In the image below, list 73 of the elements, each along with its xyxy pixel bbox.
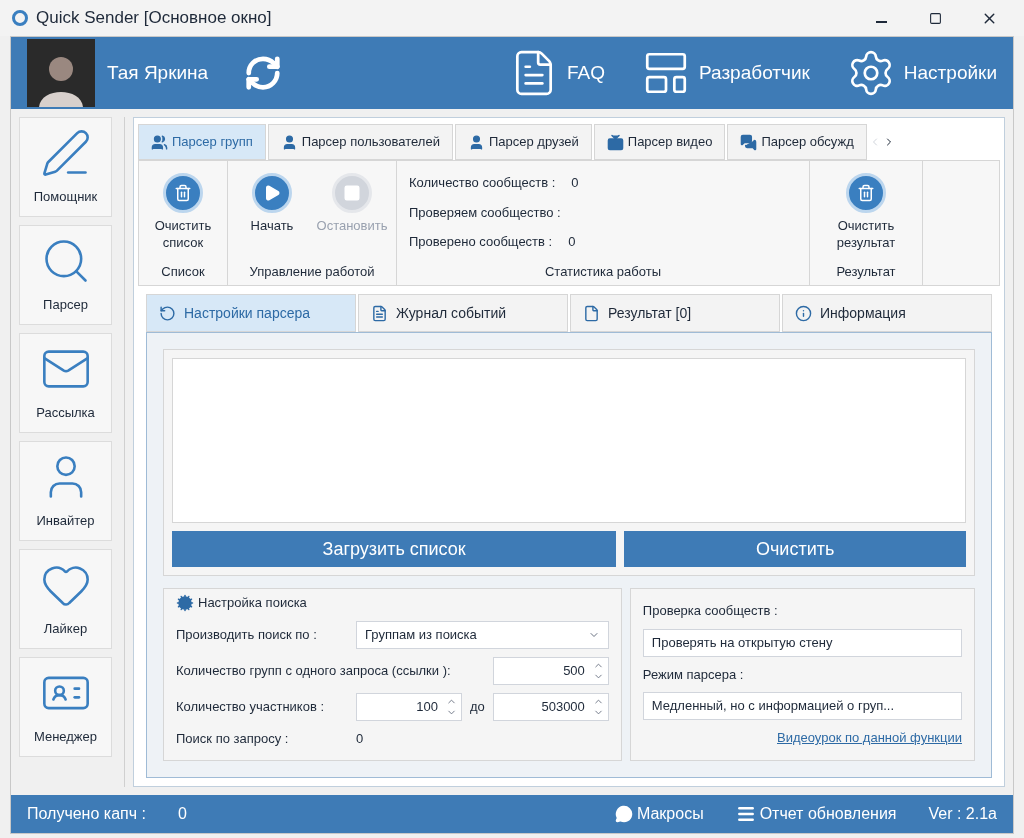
- avatar: [27, 39, 95, 107]
- settings-tab[interactable]: Журнал событий: [358, 294, 568, 332]
- groups-count-spinbox[interactable]: 500: [492, 656, 609, 685]
- sidebar-item[interactable]: Инвайтер: [19, 441, 112, 541]
- maximize-icon: [928, 11, 942, 25]
- settings-tab[interactable]: Результат [0]: [570, 294, 780, 332]
- parser-tab[interactable]: Парсер обсужд: [727, 124, 867, 160]
- trash-ribbon-button[interactable]: Очистить список: [143, 169, 223, 262]
- version-label: Ver : 2.1a: [928, 803, 997, 824]
- sidebar-item[interactable]: Помощник: [19, 117, 112, 217]
- group-title: Настройка поиска: [198, 594, 307, 612]
- stop-icon: [343, 184, 361, 202]
- parser-tab[interactable]: Парсер друзей: [454, 124, 592, 160]
- check-dropdown[interactable]: Проверять на открытую стену: [642, 628, 962, 657]
- trash-icon: [174, 184, 192, 202]
- document-icon: [371, 304, 388, 322]
- mode-dropdown[interactable]: Медленный, но с информацией о груп...: [642, 692, 962, 720]
- field-label: Производить поиск по :: [176, 625, 318, 644]
- settings-header-button[interactable]: Настройки: [845, 48, 997, 98]
- parser-tab[interactable]: Парсер групп: [138, 124, 266, 160]
- group-caption: Управление работой: [248, 262, 376, 281]
- field-label: Проверка сообществ :: [642, 602, 779, 620]
- developer-header-button[interactable]: Разработчик: [641, 48, 810, 98]
- app-logo-icon: [12, 10, 28, 26]
- status-value: 0: [177, 803, 187, 824]
- trash-icon: [857, 184, 875, 202]
- refresh-icon: [159, 304, 176, 322]
- search-by-dropdown[interactable]: Группам из поиска: [356, 620, 609, 649]
- field-label: Количество участников :: [176, 697, 325, 716]
- settings-tab[interactable]: Настройки парсера: [146, 294, 356, 332]
- play-ribbon-button[interactable]: Начать: [232, 169, 312, 262]
- members-from-spinbox[interactable]: 100: [356, 692, 462, 721]
- info-icon: [795, 304, 812, 322]
- video-tutorial-link[interactable]: Видеоурок по данной функции: [777, 728, 962, 748]
- stat-value: 0: [568, 233, 576, 251]
- settings-tab[interactable]: Информация: [782, 294, 992, 332]
- list-action-button[interactable]: Загрузить список: [172, 531, 617, 567]
- trash-ribbon-button[interactable]: Очистить результат: [826, 169, 906, 251]
- stat-label: Количество сообществ :: [409, 174, 556, 192]
- group-caption: Статистика работы: [543, 262, 662, 281]
- stat-label: Проверяем сообщество :: [409, 203, 561, 222]
- field-label: Режим парсера :: [642, 665, 745, 684]
- field-label: Поиск по запросу :: [176, 729, 290, 748]
- stat-label: Проверено сообществ :: [409, 233, 553, 251]
- chat-bubble-icon: [614, 804, 633, 823]
- group-caption: Результат: [835, 262, 897, 281]
- parser-tab[interactable]: Парсер видео: [593, 124, 726, 160]
- user-name: Тая Яркина: [107, 60, 209, 85]
- gear-icon: [176, 593, 194, 612]
- chat-icon: [740, 133, 758, 151]
- refresh-icon[interactable]: [244, 54, 283, 92]
- play-icon: [263, 184, 281, 202]
- group-caption: Список: [160, 262, 206, 281]
- window-title: Quick Sender [Основное окно]: [36, 7, 272, 30]
- macros-button[interactable]: Макросы: [614, 801, 704, 826]
- sidebar-item[interactable]: Лайкер: [19, 549, 112, 649]
- sidebar-item[interactable]: Парсер: [19, 225, 112, 325]
- faq-header-button[interactable]: FAQ: [509, 48, 605, 98]
- parser-tab[interactable]: Парсер пользователей: [267, 124, 453, 160]
- tv-icon: [606, 133, 624, 151]
- stat-value: 0: [571, 174, 579, 192]
- sidebar-item[interactable]: Менеджер: [19, 657, 112, 757]
- sidebar-item[interactable]: Рассылка: [19, 333, 112, 433]
- minimize-icon: [875, 21, 887, 23]
- field-label: до: [470, 697, 485, 716]
- query-count: 0: [356, 729, 364, 748]
- list-action-button[interactable]: Очистить: [624, 531, 966, 567]
- people-icon: [151, 133, 168, 151]
- field-label: Количество групп с одного запроса (ссылки ):: [176, 661, 451, 680]
- file-icon: [583, 304, 600, 322]
- status-label: Получено капч :: [27, 803, 146, 824]
- update-report-button[interactable]: Отчет обновления: [735, 801, 897, 826]
- members-to-spinbox[interactable]: 503000: [492, 692, 609, 721]
